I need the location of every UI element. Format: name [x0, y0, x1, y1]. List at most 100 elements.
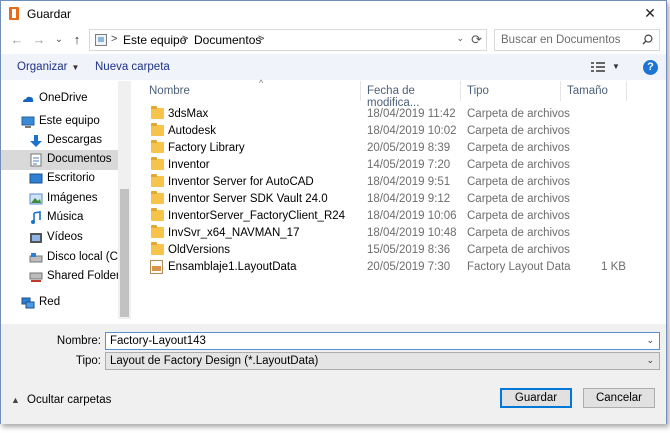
cancel-button[interactable]: Cancelar: [583, 388, 655, 408]
save-options-panel: Nombre: Factory-Layout143 ⌄ Tipo: Layout…: [1, 324, 666, 424]
sidebar-scrollbar[interactable]: [118, 81, 131, 319]
refresh-icon[interactable]: ⟳: [471, 32, 482, 48]
videos-icon: [30, 233, 42, 243]
sidebar-item-disco-local[interactable]: Disco local (C:): [1, 248, 125, 268]
file-type: Factory Layout Data: [467, 261, 571, 273]
file-row[interactable]: OldVersions 15/05/2019 8:36 Carpeta de arc…: [133, 242, 666, 259]
command-bar: Organizar ▼ Nueva carpeta ▼ ?: [1, 54, 666, 80]
sidebar-item-shared-folders[interactable]: Shared Folders (\: [1, 267, 131, 287]
back-button[interactable]: ←: [9, 31, 25, 49]
sidebar-item-este-equipo[interactable]: Este equipo: [1, 112, 118, 132]
sidebar-item-label: Vídeos: [47, 231, 83, 243]
file-date: 20/05/2019 8:39: [367, 142, 451, 154]
file-date: 20/05/2019 7:30: [367, 261, 451, 273]
file-row[interactable]: Factory Library 20/05/2019 8:39 Carpeta de…: [133, 140, 666, 157]
file-type: Carpeta de archivos: [467, 159, 570, 171]
close-button[interactable]: ✕: [642, 5, 658, 21]
breadcrumb-separator[interactable]: >: [182, 33, 188, 45]
up-button[interactable]: ↑: [69, 31, 85, 49]
new-folder-button[interactable]: Nueva carpeta: [95, 61, 170, 73]
search-input[interactable]: Buscar en Documentos: [501, 34, 621, 46]
folder-icon: [151, 157, 164, 170]
title-bar: Guardar ✕: [1, 1, 666, 27]
column-header-size[interactable]: Tamaño: [561, 81, 627, 101]
file-type: Carpeta de archivos: [467, 193, 570, 205]
file-name: Autodesk: [168, 125, 216, 137]
breadcrumb-documentos[interactable]: Documentos: [194, 33, 261, 47]
folder-icon: [151, 106, 164, 119]
sidebar-item-label: Imágenes: [47, 192, 98, 204]
folder-icon: [151, 174, 164, 187]
sidebar-item-label: Música: [47, 211, 84, 223]
breadcrumb-separator[interactable]: >: [111, 33, 117, 45]
file-date: 18/04/2019 10:06: [367, 210, 457, 222]
view-dropdown-icon[interactable]: ▼: [612, 62, 620, 71]
sidebar-item-descargas[interactable]: Descargas: [1, 131, 118, 151]
download-icon: [30, 135, 42, 147]
file-row[interactable]: InventorServer_FactoryClient_R24 18/04/20…: [133, 208, 666, 225]
file-date: 18/04/2019 10:48: [367, 227, 457, 239]
file-row[interactable]: Inventor 14/05/2019 7:20 Carpeta de archiv…: [133, 157, 666, 174]
view-options-icon[interactable]: [591, 61, 605, 73]
breadcrumb-este-equipo[interactable]: Este equipo: [123, 33, 186, 47]
file-name: Inventor Server SDK Vault 24.0: [168, 193, 328, 205]
address-bar[interactable]: > Este equipo > Documentos > ⌄ ⟳: [89, 29, 487, 51]
file-type: Carpeta de archivos: [467, 244, 570, 256]
sidebar-item-musica[interactable]: Música: [1, 208, 118, 228]
desktop-icon: [29, 173, 43, 184]
sidebar-item-imagenes[interactable]: Imágenes: [1, 189, 118, 209]
hide-folders-label: Ocultar carpetas: [27, 394, 112, 406]
folder-icon: [151, 242, 164, 255]
file-row[interactable]: 3dsMax 18/04/2019 11:42 Carpeta de archivo…: [133, 106, 666, 123]
file-date: 15/05/2019 8:36: [367, 244, 451, 256]
file-row[interactable]: Ensamblaje1.LayoutData 20/05/2019 7:30 Fac…: [133, 259, 666, 276]
breadcrumb-separator[interactable]: >: [258, 33, 264, 45]
file-name: Ensamblaje1.LayoutData: [168, 261, 297, 273]
sidebar-item-label: Disco local (C:): [47, 251, 125, 263]
chevron-up-icon: ▲: [11, 395, 20, 405]
sidebar-item-escritorio[interactable]: Escritorio: [1, 169, 118, 189]
sidebar-item-red[interactable]: Red: [1, 293, 118, 313]
file-name-value: Factory-Layout143: [110, 335, 206, 347]
layoutdata-file-icon: [150, 260, 163, 274]
file-row[interactable]: InvSvr_x64_NAVMAN_17 18/04/2019 10:48 Carp…: [133, 225, 666, 242]
save-button[interactable]: Guardar: [500, 388, 572, 408]
sidebar-item-documentos[interactable]: Documentos: [1, 150, 118, 170]
sidebar-item-label: Descargas: [47, 134, 102, 146]
recent-locations-button[interactable]: ⌄: [51, 31, 67, 49]
sidebar-item-videos[interactable]: Vídeos: [1, 228, 118, 248]
file-type: Carpeta de archivos: [467, 227, 570, 239]
sidebar-item-label: Este equipo: [39, 115, 100, 127]
file-date: 18/04/2019 10:02: [367, 125, 457, 137]
network-drive-icon: [29, 272, 43, 282]
file-row[interactable]: Inventor Server SDK Vault 24.0 18/04/2019…: [133, 191, 666, 208]
sort-ascending-icon: ^: [259, 78, 264, 88]
navigation-pane: OneDrive Este equipo Descargas Documento…: [1, 81, 131, 319]
cloud-icon: [23, 96, 34, 102]
search-box[interactable]: Buscar en Documentos: [494, 29, 660, 51]
file-name-dropdown-icon[interactable]: ⌄: [646, 335, 654, 346]
file-type-select[interactable]: Layout de Factory Design (*.LayoutData) …: [105, 352, 660, 370]
file-list: ^ Nombre Fecha de modifica... Tipo Tamañ…: [133, 78, 666, 319]
folder-icon: [151, 225, 164, 238]
sidebar-item-onedrive[interactable]: OneDrive: [1, 89, 118, 109]
file-name-label: Nombre:: [56, 335, 101, 347]
hide-folders-button[interactable]: ▲ Ocultar carpetas: [11, 394, 111, 407]
file-row[interactable]: Inventor Server for AutoCAD 18/04/2019 9:…: [133, 174, 666, 191]
sidebar-scrollbar-thumb[interactable]: [120, 189, 129, 317]
address-dropdown-icon[interactable]: ⌄: [456, 33, 464, 44]
sidebar-item-label: Escritorio: [47, 172, 95, 184]
file-name-input[interactable]: Factory-Layout143 ⌄: [105, 332, 660, 350]
column-header-date[interactable]: Fecha de modifica...: [361, 81, 461, 109]
organize-label: Organizar: [17, 61, 68, 73]
organize-button[interactable]: Organizar ▼: [17, 61, 79, 73]
column-header-type[interactable]: Tipo: [461, 81, 561, 101]
file-row[interactable]: Autodesk 18/04/2019 10:02 Carpeta de archi…: [133, 123, 666, 140]
pictures-icon: [29, 193, 43, 205]
column-header-name[interactable]: ^ Nombre: [143, 78, 361, 101]
help-icon[interactable]: ?: [643, 60, 658, 75]
file-name: Inventor Server for AutoCAD: [168, 176, 314, 188]
forward-button[interactable]: →: [31, 31, 47, 49]
file-type-dropdown-icon[interactable]: ⌄: [646, 355, 654, 366]
file-date: 18/04/2019 9:51: [367, 176, 451, 188]
